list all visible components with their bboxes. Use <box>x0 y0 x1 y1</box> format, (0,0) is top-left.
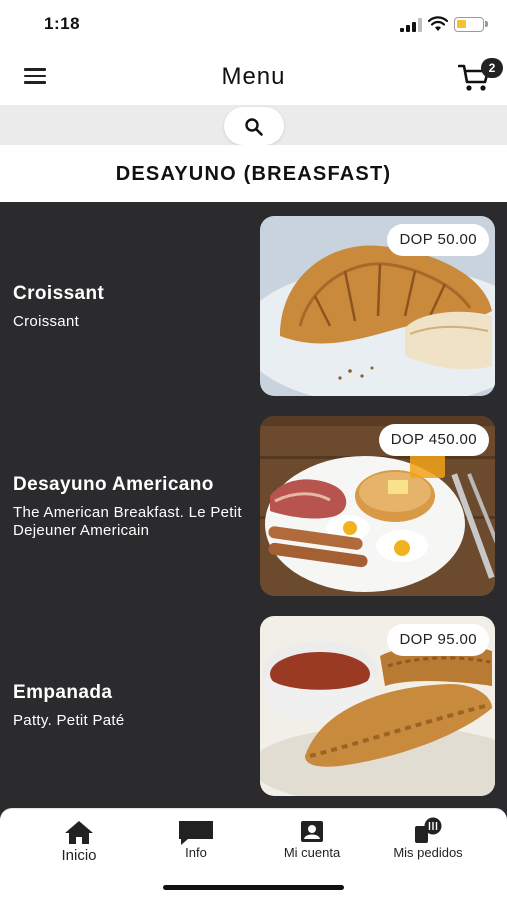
category-header: DESAYUNO (BREASFAST) <box>0 145 507 202</box>
nav-label-info: Info <box>185 845 207 860</box>
item-description: Croissant <box>13 313 80 330</box>
battery-cap <box>485 21 488 27</box>
search-button[interactable] <box>224 107 284 145</box>
chat-icon <box>179 821 213 845</box>
menu-item-desayuno-americano[interactable]: Desayuno Americano The American Breakfas… <box>0 416 507 596</box>
battery-icon <box>454 17 484 32</box>
item-name: Desayuno Americano <box>13 474 214 495</box>
nav-inicio[interactable]: Inicio <box>19 809 139 873</box>
price-badge: DOP 50.00 <box>387 224 489 256</box>
nav-label-mis-pedidos: Mis pedidos <box>393 845 463 860</box>
cart-count-badge: 2 <box>481 58 503 78</box>
item-description: Patty. Petit Paté <box>13 712 125 729</box>
menu-list: Croissant Croissant DOP 50.00 Desayuno A… <box>0 202 507 822</box>
item-name: Empanada <box>13 682 113 703</box>
menu-item-croissant[interactable]: Croissant Croissant DOP 50.00 <box>0 216 507 396</box>
home-indicator <box>163 885 344 890</box>
status-bar: 1:18 <box>0 0 507 50</box>
status-time: 1:18 <box>44 14 81 33</box>
wifi-icon <box>428 16 448 31</box>
search-icon <box>245 118 263 136</box>
item-name: Croissant <box>13 283 105 304</box>
account-icon <box>301 821 323 842</box>
page-title: Menu <box>221 63 286 90</box>
cart-button[interactable]: 2 <box>458 58 503 96</box>
nav-label-mi-cuenta: Mi cuenta <box>283 845 341 860</box>
menu-item-empanada[interactable]: Empanada Patty. Petit Paté DOP 95.00 <box>0 616 507 796</box>
category-title: DESAYUNO (BREASFAST) <box>115 163 392 185</box>
battery-level <box>457 20 466 28</box>
nav-mi-cuenta[interactable]: Mi cuenta <box>252 809 372 873</box>
search-strip <box>0 105 507 145</box>
item-description: The American Breakfast. Le Petit Dejeune… <box>13 504 242 539</box>
croissant-image: DOP 50.00 <box>260 216 495 396</box>
orders-icon <box>415 817 442 843</box>
american-breakfast-image: DOP 450.00 <box>260 416 495 596</box>
app-header: Menu 2 <box>0 50 507 105</box>
empanada-image: DOP 95.00 <box>260 616 495 796</box>
nav-mis-pedidos[interactable]: Mis pedidos <box>368 809 488 873</box>
price-badge: DOP 95.00 <box>387 624 489 656</box>
signal-icon <box>400 18 422 32</box>
nav-label-inicio: Inicio <box>61 847 97 864</box>
price-badge: DOP 450.00 <box>378 424 489 456</box>
nav-info[interactable]: Info <box>136 809 256 873</box>
home-icon <box>65 821 93 844</box>
